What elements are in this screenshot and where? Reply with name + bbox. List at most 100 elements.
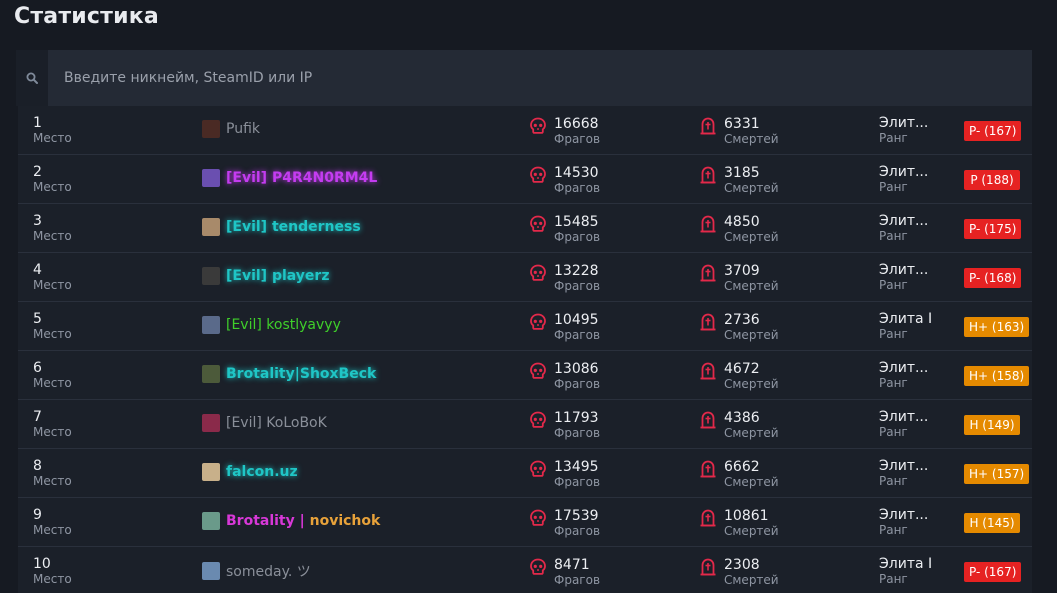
frags-label: Фрагов	[554, 328, 601, 342]
tombstone-icon	[698, 557, 718, 577]
deaths-label: Смертей	[724, 573, 779, 587]
rank-label: Ранг	[879, 425, 908, 439]
player-name[interactable]: Brotality | novichok	[226, 513, 380, 529]
tombstone-icon	[698, 312, 718, 332]
rank-value: Элита I	[879, 556, 933, 572]
player-cell[interactable]: Brotality | novichok	[202, 512, 380, 530]
place-number: 7	[33, 409, 42, 425]
player-cell[interactable]: falcon.uz	[202, 463, 298, 481]
player-name[interactable]: [Evil] P4R4N0RM4L	[226, 170, 377, 186]
place-label: Место	[33, 376, 72, 390]
player-cell[interactable]: Pufik	[202, 120, 260, 138]
place-number: 9	[33, 507, 42, 523]
place-label: Место	[33, 523, 72, 537]
rank-value: Элит...	[879, 164, 929, 180]
deaths-value: 4850	[724, 214, 760, 230]
player-name[interactable]: falcon.uz	[226, 464, 298, 480]
player-cell[interactable]: [Evil] P4R4N0RM4L	[202, 169, 377, 187]
player-name[interactable]: [Evil] playerz	[226, 268, 329, 284]
search-icon[interactable]	[16, 50, 48, 106]
deaths-label: Смертей	[724, 132, 779, 146]
player-name[interactable]: [Evil] kostlyavyy	[226, 317, 341, 333]
skull-icon	[528, 263, 548, 283]
player-name[interactable]: Brotality|ShoxBeck	[226, 366, 376, 382]
deaths-value: 4672	[724, 361, 760, 377]
deaths-cell: 4386 Смертей	[698, 410, 779, 441]
frags-label: Фрагов	[554, 524, 601, 538]
place-label: Место	[33, 180, 72, 194]
place-number: 1	[33, 115, 42, 131]
table-row[interactable]: 2 Место [Evil] P4R4N0RM4L 14530 Фрагов 3…	[18, 155, 1032, 204]
table-row[interactable]: 6 Место Brotality|ShoxBeck 13086 Фрагов	[18, 351, 1032, 400]
rank-label: Ранг	[879, 474, 908, 488]
rank-label: Ранг	[879, 523, 908, 537]
place-cell: 1 Место	[33, 115, 72, 146]
stats-table: 1 Место Pufik 16668 Фрагов 6331 Смертей …	[18, 106, 1032, 593]
search-bar	[16, 50, 1032, 106]
frags-label: Фрагов	[554, 475, 601, 489]
search-input[interactable]	[48, 50, 1032, 106]
rank-cell: Элит... Ранг	[879, 164, 928, 195]
rank-value: Элит...	[879, 213, 929, 229]
avatar[interactable]	[202, 267, 220, 285]
tombstone-icon	[698, 116, 718, 136]
avatar[interactable]	[202, 512, 220, 530]
deaths-cell: 6331 Смертей	[698, 116, 779, 147]
avatar[interactable]	[202, 120, 220, 138]
table-row[interactable]: 5 Место [Evil] kostlyavyy 10495 Фрагов 2…	[18, 302, 1032, 351]
table-row[interactable]: 9 Место Brotality | novichok 17539 Фраго…	[18, 498, 1032, 547]
skill-badge-cell: P- (167)	[964, 561, 1022, 582]
player-name[interactable]: Pufik	[226, 121, 260, 137]
skill-badge: P- (167)	[964, 562, 1022, 582]
place-number: 10	[33, 556, 51, 572]
deaths-value: 10861	[724, 508, 769, 524]
deaths-label: Смертей	[724, 230, 779, 244]
rank-cell: Элит... Ранг	[879, 262, 928, 293]
skill-badge: H+ (158)	[964, 366, 1030, 386]
skill-badge: H+ (157)	[964, 464, 1030, 484]
player-name-part: novichok	[309, 513, 381, 529]
deaths-label: Смертей	[724, 524, 779, 538]
player-cell[interactable]: [Evil] playerz	[202, 267, 329, 285]
rank-label: Ранг	[879, 572, 908, 586]
deaths-cell: 3185 Смертей	[698, 165, 779, 196]
deaths-cell: 10861 Смертей	[698, 508, 779, 539]
player-name[interactable]: [Evil] tenderness	[226, 219, 361, 235]
avatar[interactable]	[202, 218, 220, 236]
avatar[interactable]	[202, 414, 220, 432]
table-row[interactable]: 3 Место [Evil] tenderness 15485 Фрагов 4…	[18, 204, 1032, 253]
frags-label: Фрагов	[554, 132, 601, 146]
table-row[interactable]: 8 Место falcon.uz 13495 Фрагов 6662 Смер…	[18, 449, 1032, 498]
deaths-value: 3185	[724, 165, 760, 181]
player-cell[interactable]: someday. ツ	[202, 561, 311, 581]
skill-badge: P- (168)	[964, 268, 1022, 288]
avatar[interactable]	[202, 463, 220, 481]
table-row[interactable]: 10 Место someday. ツ 8471 Фрагов 2308 Сме…	[18, 547, 1032, 593]
frags-label: Фрагов	[554, 426, 601, 440]
place-cell: 8 Место	[33, 458, 72, 489]
avatar[interactable]	[202, 562, 220, 580]
avatar[interactable]	[202, 365, 220, 383]
skull-icon	[528, 508, 548, 528]
player-name[interactable]: [Evil] KoLoBoK	[226, 415, 327, 431]
avatar[interactable]	[202, 316, 220, 334]
skill-badge-cell: H+ (158)	[964, 365, 1030, 386]
player-cell[interactable]: [Evil] kostlyavyy	[202, 316, 341, 334]
rank-value: Элита I	[879, 311, 933, 327]
tombstone-icon	[698, 459, 718, 479]
place-number: 2	[33, 164, 42, 180]
frags-cell: 13228 Фрагов	[528, 263, 600, 294]
rank-label: Ранг	[879, 327, 908, 341]
table-row[interactable]: 7 Место [Evil] KoLoBoK 11793 Фрагов 4386…	[18, 400, 1032, 449]
table-row[interactable]: 1 Место Pufik 16668 Фрагов 6331 Смертей …	[18, 106, 1032, 155]
player-cell[interactable]: [Evil] KoLoBoK	[202, 414, 327, 432]
skull-icon	[528, 361, 548, 381]
tombstone-icon	[698, 410, 718, 430]
table-row[interactable]: 4 Место [Evil] playerz 13228 Фрагов 3709…	[18, 253, 1032, 302]
player-name[interactable]: someday. ツ	[226, 561, 311, 581]
rank-value: Элит...	[879, 262, 929, 278]
player-cell[interactable]: [Evil] tenderness	[202, 218, 361, 236]
player-cell[interactable]: Brotality|ShoxBeck	[202, 365, 376, 383]
avatar[interactable]	[202, 169, 220, 187]
deaths-cell: 4672 Смертей	[698, 361, 779, 392]
